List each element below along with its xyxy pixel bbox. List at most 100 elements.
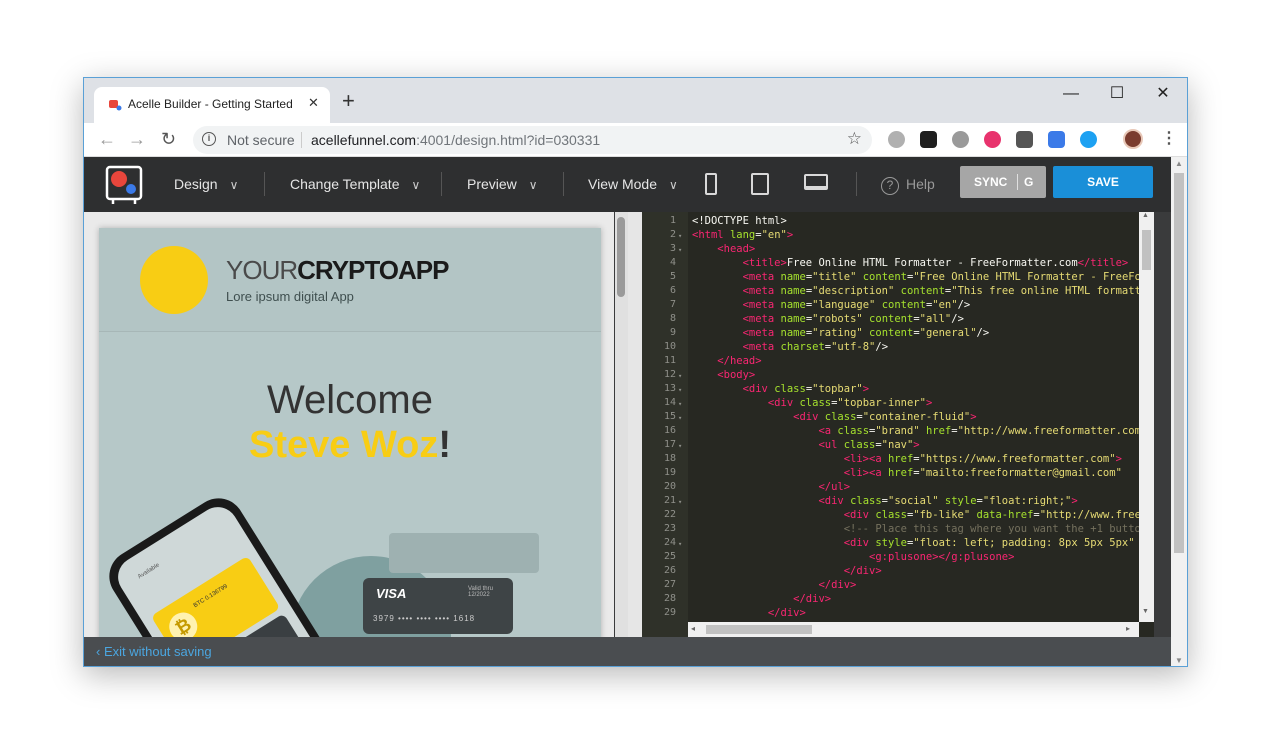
code-line[interactable]: 5 <meta name="title" content="Free Onlin… <box>642 270 1139 284</box>
code-line[interactable]: 6 <meta name="description" content="This… <box>642 284 1139 298</box>
code-line[interactable]: 17 ▾ <ul class="nav"> <box>642 438 1139 452</box>
url-path: :4001/design.html?id=030331 <box>416 132 601 148</box>
mobile-view-icon[interactable] <box>705 173 717 195</box>
reload-button[interactable]: ↻ <box>161 129 176 149</box>
code-line[interactable]: 8 <meta name="robots" content="all"/> <box>642 312 1139 326</box>
code-line[interactable]: 1 <!DOCTYPE html> <box>642 214 1139 228</box>
editor-vscroll-thumb[interactable] <box>1142 230 1151 270</box>
code-text: <meta charset="utf-8"/> <box>742 341 889 353</box>
preview-menu[interactable]: Preview ∨ <box>467 176 538 192</box>
code-line[interactable]: 7 <meta name="language" content="en"/> <box>642 298 1139 312</box>
acelle-logo-icon[interactable] <box>105 165 143 205</box>
editor-vertical-scrollbar[interactable]: ▲ ▼ <box>1139 212 1154 622</box>
translate-extension-icon[interactable] <box>1048 131 1065 148</box>
code-line[interactable]: 28 </div> <box>642 592 1139 606</box>
code-line[interactable]: 9 <meta name="rating" content="general"/… <box>642 326 1139 340</box>
back-button[interactable]: ← <box>98 129 116 149</box>
code-area[interactable]: 1 <!DOCTYPE html> 2 ▾ <html lang="en"> 3 ▾ <he… <box>642 212 1139 622</box>
design-menu-label: Design <box>174 176 218 192</box>
fold-arrow-icon[interactable]: ▾ <box>678 383 682 397</box>
scroll-down-arrow-icon[interactable]: ▼ <box>1142 608 1149 615</box>
desktop-view-icon[interactable] <box>804 174 828 190</box>
code-line[interactable]: 22 <div class="fb-like" data-href="http:… <box>642 508 1139 522</box>
scroll-right-arrow-icon[interactable]: ▸ <box>1126 624 1130 633</box>
code-line[interactable]: 26 </div> <box>642 564 1139 578</box>
change-template-menu[interactable]: Change Template ∨ <box>290 176 420 192</box>
code-line[interactable]: 11 </head> <box>642 354 1139 368</box>
page-scroll-up-icon[interactable]: ▲ <box>1175 159 1183 168</box>
code-line[interactable]: 19 <li><a href="mailto:freeformatter@gma… <box>642 466 1139 480</box>
code-text: </div> <box>843 565 882 577</box>
extension-icon[interactable] <box>920 131 937 148</box>
browser-tab[interactable]: Acelle Builder - Getting Started ✕ <box>94 87 330 123</box>
url-text: acellefunnel.com:4001/design.html?id=030… <box>311 132 600 148</box>
preview-scrollbar[interactable] <box>615 212 628 637</box>
code-line[interactable]: 12 ▾ <body> <box>642 368 1139 382</box>
fold-arrow-icon[interactable]: ▾ <box>678 495 682 509</box>
address-bar[interactable]: i Not secure acellefunnel.com:4001/desig… <box>193 126 872 154</box>
extension-icon[interactable] <box>1016 131 1033 148</box>
minimize-button[interactable]: — <box>1048 82 1094 106</box>
fold-arrow-icon[interactable]: ▾ <box>678 229 682 243</box>
extension-icon[interactable] <box>888 131 905 148</box>
line-number: 13 <box>663 383 676 394</box>
fold-arrow-icon[interactable]: ▾ <box>678 243 682 257</box>
close-window-button[interactable]: ✕ <box>1140 82 1186 106</box>
code-line[interactable]: 13 ▾ <div class="topbar"> <box>642 382 1139 396</box>
code-line[interactable]: 3 ▾ <head> <box>642 242 1139 256</box>
code-line[interactable]: 4 <title>Free Online HTML Formatter - Fr… <box>642 256 1139 270</box>
sync-button[interactable]: SYNC G <box>960 166 1046 198</box>
extension-icon[interactable] <box>952 131 969 148</box>
page-vertical-scrollbar[interactable]: ▲ ▼ <box>1171 157 1187 666</box>
profile-avatar[interactable] <box>1123 129 1143 149</box>
preview-scroll-thumb[interactable] <box>617 217 625 297</box>
new-tab-button[interactable]: + <box>342 90 355 112</box>
code-line[interactable]: 2 ▾ <html lang="en"> <box>642 228 1139 242</box>
editor-horizontal-scrollbar[interactable]: ◂ ▸ <box>688 622 1139 637</box>
exit-without-saving-link[interactable]: ‹ Exit without saving <box>96 644 212 659</box>
maximize-button[interactable]: ☐ <box>1094 82 1140 106</box>
design-menu[interactable]: Design ∨ <box>174 176 238 192</box>
editor-hscroll-thumb[interactable] <box>706 625 812 634</box>
line-number: 25 <box>663 551 676 562</box>
pane-splitter[interactable] <box>628 212 642 637</box>
code-line[interactable]: 29 </div> <box>642 606 1139 620</box>
forward-button[interactable]: → <box>128 129 146 149</box>
browser-menu-icon[interactable]: ⋮ <box>1161 128 1177 150</box>
fold-arrow-icon[interactable]: ▾ <box>678 537 682 551</box>
line-number: 22 <box>663 509 676 520</box>
code-line[interactable]: 25 <g:plusone></g:plusone> <box>642 550 1139 564</box>
brand-light: YOUR <box>226 255 298 285</box>
scroll-left-arrow-icon[interactable]: ◂ <box>691 624 695 633</box>
bookmark-star-icon[interactable]: ☆ <box>847 129 862 149</box>
page-scroll-thumb[interactable] <box>1174 173 1184 553</box>
fold-arrow-icon[interactable]: ▾ <box>678 369 682 383</box>
tab-close-icon[interactable]: ✕ <box>308 95 319 111</box>
page-scroll-down-icon[interactable]: ▼ <box>1175 656 1183 665</box>
code-line[interactable]: 21 ▾ <div class="social" style="float:rig… <box>642 494 1139 508</box>
code-line[interactable]: 16 <a class="brand" href="http://www.fre… <box>642 424 1139 438</box>
save-button[interactable]: SAVE <box>1053 166 1153 198</box>
code-editor[interactable]: 1 <!DOCTYPE html> 2 ▾ <html lang="en"> 3 ▾ <he… <box>642 212 1154 637</box>
extension-icon[interactable] <box>1080 131 1097 148</box>
code-line[interactable]: 14 ▾ <div class="topbar-inner"> <box>642 396 1139 410</box>
card-valid-thru: Valid thru 12/2022 <box>468 586 493 598</box>
help-button[interactable]: ? Help <box>881 176 935 195</box>
line-number: 12 <box>663 369 676 380</box>
fold-arrow-icon[interactable]: ▾ <box>678 411 682 425</box>
extension-icon[interactable] <box>984 131 1001 148</box>
site-info-icon[interactable]: i <box>202 132 216 146</box>
code-line[interactable]: 10 <meta charset="utf-8"/> <box>642 340 1139 354</box>
fold-arrow-icon[interactable]: ▾ <box>678 397 682 411</box>
code-line[interactable]: 27 </div> <box>642 578 1139 592</box>
code-line[interactable]: 18 <li><a href="https://www.freeformatte… <box>642 452 1139 466</box>
view-mode-menu[interactable]: View Mode ∨ <box>588 176 678 192</box>
scroll-up-arrow-icon[interactable]: ▲ <box>1142 212 1149 219</box>
code-line[interactable]: 20 </ul> <box>642 480 1139 494</box>
tablet-view-icon[interactable] <box>751 173 769 195</box>
code-text: <li><a href="mailto:freeformatter@gmail.… <box>843 467 1122 479</box>
code-line[interactable]: 23 <!-- Place this tag where you want th… <box>642 522 1139 536</box>
code-line[interactable]: 24 ▾ <div style="float: left; padding: 8p… <box>642 536 1139 550</box>
fold-arrow-icon[interactable]: ▾ <box>678 439 682 453</box>
code-line[interactable]: 15 ▾ <div class="container-fluid"> <box>642 410 1139 424</box>
